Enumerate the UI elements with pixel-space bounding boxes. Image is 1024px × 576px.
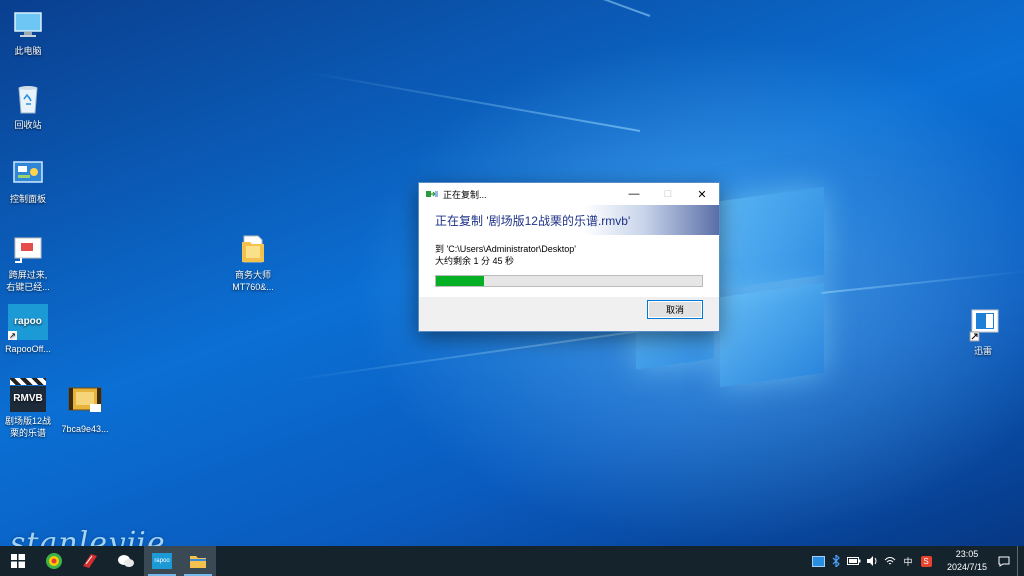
recycle-bin-icon (11, 82, 45, 116)
system-tray: 中 S 23:05 2024/7/15 (809, 546, 1024, 576)
desktop-icon-label: 商务大师 MT760&... (232, 270, 274, 292)
notification-center-icon[interactable] (995, 556, 1013, 567)
desktop-icon-recycle-bin[interactable]: 回收站 (0, 82, 59, 131)
desktop-icon-rmvb-video[interactable]: RMVB 剧场版12战 栗的乐谱 (0, 378, 59, 439)
tray-app-icon[interactable] (809, 555, 827, 567)
dialog-titlebar[interactable]: 正在复制... — □ ✕ (419, 183, 719, 205)
rmvb-file-icon: RMVB (10, 378, 46, 412)
copy-icon (426, 189, 438, 199)
desktop-icon-7bca9e43[interactable]: 7bca9e43... (54, 386, 116, 435)
destination-text: 到 'C:\Users\Administrator\Desktop' (435, 244, 576, 254)
desktop-icon-label: 控制面板 (9, 194, 46, 204)
network-wifi-icon[interactable] (881, 556, 899, 566)
desktop-icon-xunlei[interactable]: 迅雷 (952, 308, 1014, 357)
progress-fill (436, 276, 484, 286)
dialog-footer: 取消 (419, 297, 719, 337)
desktop-icon-label: 跨屏过来, 右键已经... (6, 270, 50, 292)
taskbar: rapoo 中 S 23:05 2024/7/15 (0, 546, 1024, 576)
rapoo-taskbar-icon: rapoo (152, 553, 172, 569)
windows-start-icon (11, 554, 25, 568)
show-desktop-button[interactable] (1017, 546, 1024, 576)
time-remaining-text: 大约剩余 1 分 45 秒 (435, 256, 515, 266)
taskbar-wechat[interactable] (108, 546, 144, 576)
folder-icon (190, 556, 206, 568)
sogou-ime-icon[interactable]: S (917, 555, 935, 567)
input-method-indicator[interactable]: 中 (899, 555, 917, 568)
minimize-button[interactable]: — (617, 183, 651, 205)
control-panel-icon (11, 156, 45, 190)
desktop-icon-label: 剧场版12战 栗的乐谱 (4, 416, 51, 438)
browser-icon (46, 553, 62, 569)
dialog-heading: 正在复制 '剧场版12战栗的乐谱.rmvb' (419, 205, 719, 235)
computer-icon (11, 8, 45, 42)
clock-date: 2024/7/15 (946, 562, 988, 572)
copy-progress-dialog: 正在复制... — □ ✕ 正在复制 '剧场版12战栗的乐谱.rmvb' 到 '… (418, 182, 720, 332)
desktop-icon-this-pc[interactable]: 此电脑 (0, 8, 59, 57)
desktop-icon-rapoo-office[interactable]: rapoo ↗ RapooOff... (0, 304, 59, 355)
desktop-icon-business-master[interactable]: 商务大师 MT760&... (222, 232, 284, 293)
start-button[interactable] (0, 546, 36, 576)
taskbar-browser-360[interactable] (36, 546, 72, 576)
desktop-icon-label: 此电脑 (14, 46, 42, 56)
clock-time: 23:05 (955, 549, 979, 559)
taskbar-app-red[interactable] (72, 546, 108, 576)
cancel-button[interactable]: 取消 (647, 300, 703, 319)
battery-icon[interactable] (845, 557, 863, 565)
bluetooth-icon[interactable] (827, 555, 845, 567)
dialog-title: 正在复制... (443, 189, 487, 200)
volume-icon[interactable] (863, 556, 881, 566)
video-file-icon (68, 386, 102, 420)
taskbar-file-explorer[interactable] (180, 546, 216, 576)
desktop-icon-label: RapooOff... (5, 344, 51, 354)
copy-progress-bar (435, 275, 703, 287)
dialog-body: 到 'C:\Users\Administrator\Desktop' 大约剩余 … (419, 235, 719, 297)
desktop-icon-cross-screen[interactable]: 跨屏过来, 右键已经... (0, 232, 59, 293)
desktop-icon-control-panel[interactable]: 控制面板 (0, 156, 59, 205)
desktop-icon-label: 回收站 (14, 120, 42, 130)
desktop-icon-label: 迅雷 (973, 346, 992, 356)
cross-screen-app-icon (11, 232, 45, 266)
wechat-icon (118, 555, 134, 567)
taskbar-rapoo[interactable]: rapoo (144, 546, 180, 576)
xunlei-icon (966, 308, 1000, 342)
rapoo-app-icon: rapoo ↗ (8, 304, 48, 340)
folder-icon (236, 232, 270, 266)
desktop-icon-label: 7bca9e43... (61, 424, 109, 434)
maximize-button: □ (664, 188, 672, 200)
close-button[interactable]: ✕ (685, 183, 719, 205)
media-app-icon (83, 554, 97, 568)
taskbar-clock[interactable]: 23:05 2024/7/15 (939, 548, 995, 574)
